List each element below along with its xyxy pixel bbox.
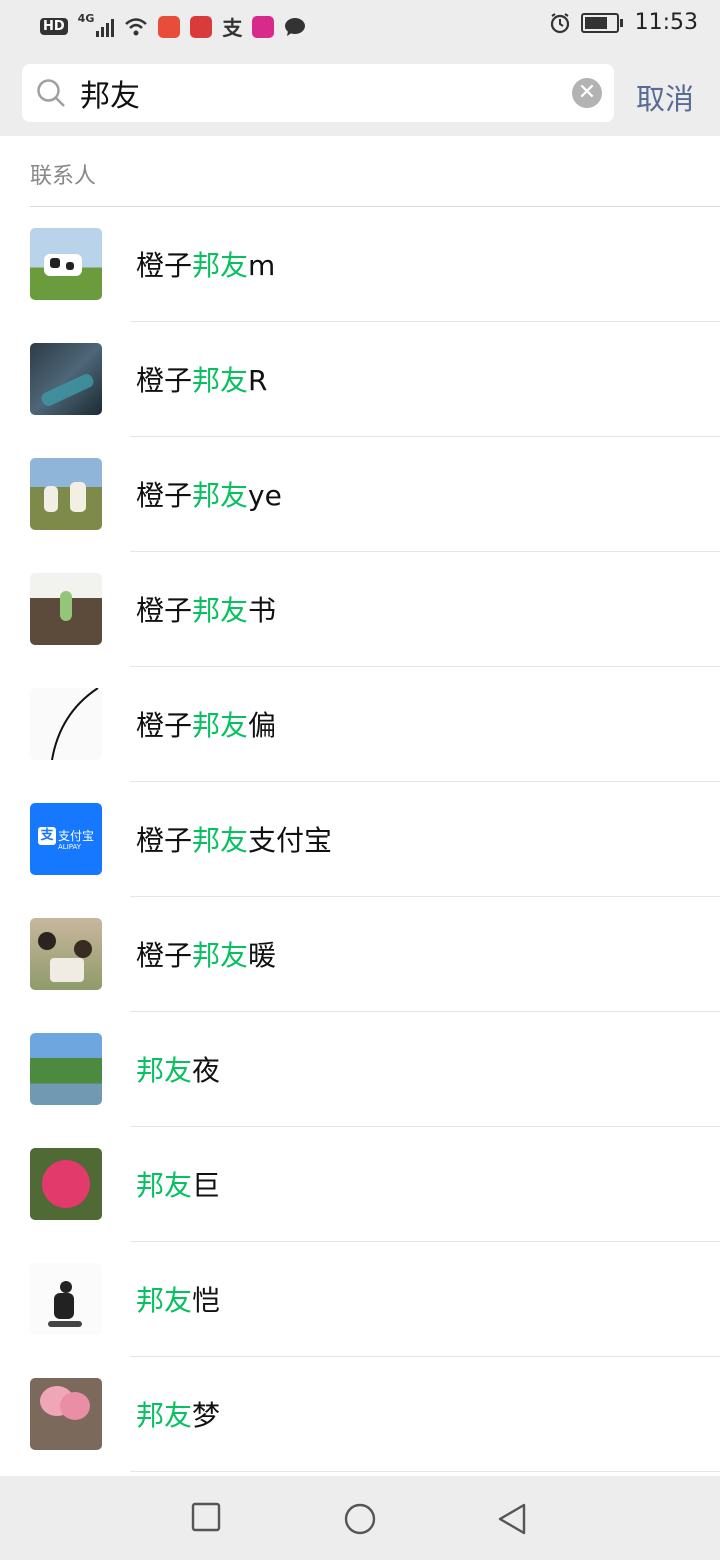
- search-icon: [37, 79, 65, 107]
- contact-name: 橙子邦友书: [136, 594, 277, 627]
- home-icon[interactable]: [343, 1502, 377, 1536]
- battery-icon: [580, 12, 623, 33]
- status-bar: HD 4G 支 11:53: [0, 0, 720, 52]
- contact-name: 橙子邦友m: [136, 249, 276, 282]
- alipay-logo-text: 支付宝: [58, 829, 95, 843]
- avatar: [30, 1263, 102, 1335]
- hd-indicator: HD: [40, 18, 68, 35]
- contact-name: 橙子邦友支付宝: [136, 824, 333, 857]
- alipay-logo-sub: ALIPAY: [58, 843, 82, 851]
- app-icon: [190, 15, 213, 38]
- avatar: [30, 1148, 102, 1220]
- contact-row[interactable]: 橙子邦友偏: [0, 667, 720, 782]
- app-icon: [158, 15, 181, 38]
- search-input[interactable]: 邦友 ✕: [22, 64, 614, 122]
- alarm-icon: [550, 12, 569, 33]
- avatar: [30, 228, 102, 300]
- contact-row[interactable]: 邦友夜: [0, 1012, 720, 1127]
- contact-name: 橙子邦友ye: [136, 479, 282, 512]
- contact-name: 邦友夜: [136, 1054, 221, 1087]
- clock-time: 11:53: [634, 10, 698, 35]
- avatar: [30, 343, 102, 415]
- network-type: 4G: [77, 12, 95, 25]
- contact-name: 邦友恺: [136, 1284, 221, 1317]
- contact-row[interactable]: 橙子邦友暖: [0, 897, 720, 1012]
- contact-name: 橙子邦友偏: [136, 709, 277, 742]
- clear-search-icon[interactable]: ✕: [572, 78, 602, 108]
- chat-icon: [285, 17, 306, 36]
- contact-row[interactable]: 邦友巨: [0, 1127, 720, 1242]
- back-icon[interactable]: [496, 1502, 528, 1536]
- contact-row[interactable]: 邦友恺: [0, 1242, 720, 1357]
- recent-apps-icon[interactable]: [191, 1502, 221, 1532]
- contact-row[interactable]: 橙子邦友m: [0, 207, 720, 322]
- contact-name: 邦友巨: [136, 1169, 221, 1202]
- contact-row[interactable]: 支 支付宝 ALIPAY 橙子邦友支付宝: [0, 782, 720, 897]
- wifi-icon: [125, 17, 148, 35]
- contact-row[interactable]: 邦友梦: [0, 1357, 720, 1472]
- search-query-text: 邦友: [80, 79, 140, 114]
- avatar: [30, 573, 102, 645]
- avatar: [30, 1033, 102, 1105]
- search-header: 邦友 ✕ 取消: [0, 52, 720, 136]
- alipay-avatar: 支 支付宝 ALIPAY: [30, 803, 102, 875]
- cancel-button[interactable]: 取消: [636, 76, 694, 118]
- avatar: [30, 458, 102, 530]
- contact-name: 邦友梦: [136, 1399, 221, 1432]
- system-nav-bar: [0, 1476, 720, 1560]
- avatar: [30, 688, 102, 760]
- avatar: [30, 1378, 102, 1450]
- signal-icon: [96, 17, 115, 37]
- contact-name: 橙子邦友R: [136, 364, 268, 397]
- alipay-icon: 支: [222, 16, 243, 40]
- contact-row[interactable]: 橙子邦友R: [0, 322, 720, 437]
- contact-row[interactable]: 橙子邦友ye: [0, 437, 720, 552]
- app-icon: [252, 15, 275, 38]
- section-header-contacts: 联系人: [30, 136, 720, 207]
- avatar: [30, 918, 102, 990]
- contact-name: 橙子邦友暖: [136, 939, 277, 972]
- contact-row[interactable]: 橙子邦友书: [0, 552, 720, 667]
- search-results: 联系人 橙子邦友m 橙子邦友R 橙子邦友ye 橙子邦友书 橙子邦友偏 支 支付宝…: [0, 136, 720, 1476]
